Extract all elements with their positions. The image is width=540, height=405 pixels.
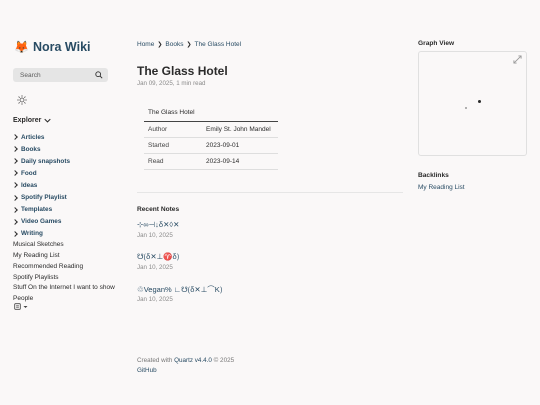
breadcrumb-separator: ❯ [186, 42, 192, 48]
explorer-toggle[interactable]: Explorer [13, 117, 52, 124]
recent-note-title[interactable]: ☋⟮δ✕⊥♈δ⟯ [137, 252, 179, 262]
graph-view[interactable] [418, 51, 527, 156]
breadcrumb-books[interactable]: Books [165, 41, 183, 48]
book-info-table: The Glass Hotel Author Emily St. John Ma… [144, 104, 278, 170]
table-value: 2023-09-01 [202, 137, 278, 154]
folder-daily-snapshots[interactable]: Daily snapshots [12, 155, 115, 167]
file-link[interactable]: Stuff On the Internet I want to show [13, 283, 115, 294]
graph-view-heading: Graph View [418, 40, 455, 47]
explorer-label: Explorer [13, 117, 42, 124]
folder-label[interactable]: Food [21, 170, 37, 177]
table-header: The Glass Hotel [144, 104, 278, 122]
folder-label[interactable]: Ideas [21, 182, 37, 189]
recent-note-date: Jan 10, 2025 [137, 232, 173, 239]
chevron-right-icon [12, 182, 18, 189]
table-row: Author Emily St. John Mandel [144, 121, 278, 138]
folder-label[interactable]: Spotify Playlist [21, 194, 67, 201]
table-row: Started 2023-09-01 [144, 137, 278, 154]
chevron-right-icon [12, 158, 18, 165]
table-value: Emily St. John Mandel [202, 121, 278, 138]
file-link[interactable]: Recommended Reading [13, 262, 115, 273]
folder-food[interactable]: Food [12, 167, 115, 179]
divider [137, 192, 403, 193]
table-row: Read 2023-09-14 [144, 153, 278, 170]
file-link[interactable]: People [13, 294, 115, 305]
chevron-right-icon [12, 206, 18, 213]
recent-note: ♲Vegan% ∟☋⟮δ✕⊥⌒K⟯ Jan 10, 2025 [137, 284, 222, 303]
breadcrumb-home[interactable]: Home [137, 41, 154, 48]
table-key: Author [144, 121, 202, 138]
fox-icon: 🦊 [14, 40, 29, 54]
recent-notes-heading: Recent Notes [137, 206, 180, 213]
table-value: 2023-09-14 [202, 153, 278, 170]
chevron-right-icon [12, 170, 18, 177]
file-link[interactable]: My Reading List [13, 251, 115, 262]
expand-graph-icon[interactable] [513, 55, 522, 64]
graph-node[interactable] [465, 107, 467, 109]
chevron-right-icon [12, 146, 18, 152]
github-link[interactable]: GitHub [137, 367, 157, 374]
chevron-right-icon [12, 134, 18, 140]
folder-label[interactable]: Templates [21, 206, 52, 213]
backlink-item[interactable]: My Reading List [418, 184, 465, 191]
explorer-tree: Articles Books Daily snapshots Food Idea… [12, 131, 115, 305]
search-bar[interactable]: Search [13, 68, 108, 82]
footer-year: © 2025 [213, 357, 235, 364]
folder-templates[interactable]: Templates [12, 204, 115, 216]
theme-toggle-sun-icon[interactable] [17, 95, 27, 105]
search-icon [95, 71, 103, 79]
folder-video-games[interactable]: Video Games [12, 216, 115, 228]
backlinks-heading: Backlinks [418, 172, 449, 179]
breadcrumb-separator: ❯ [157, 42, 163, 48]
breadcrumb-current[interactable]: The Glass Hotel [194, 41, 241, 48]
footer-credit: Created with Quartz v4.4.0 © 2025 [137, 357, 234, 364]
search-placeholder: Search [20, 71, 41, 79]
recent-note: ⊹∞⊣↓δ✕◊✕ Jan 10, 2025 [137, 220, 179, 239]
reader-mode-selector[interactable] [14, 303, 28, 310]
table-key: Read [144, 153, 202, 170]
recent-note-date: Jan 10, 2025 [137, 264, 173, 271]
folder-label[interactable]: Books [21, 146, 41, 153]
chevron-right-icon [12, 218, 18, 225]
graph-node-current[interactable] [478, 100, 481, 103]
folder-ideas[interactable]: Ideas [12, 179, 115, 191]
recent-note-title[interactable]: ♲Vegan% ∟☋⟮δ✕⊥⌒K⟯ [137, 284, 222, 294]
folder-spotify-playlist[interactable]: Spotify Playlist [12, 191, 115, 203]
recent-note-date: Jan 10, 2025 [137, 296, 173, 303]
folder-label[interactable]: Daily snapshots [21, 158, 70, 165]
site-title-text[interactable]: Nora Wiki [33, 40, 91, 54]
folder-label[interactable]: Video Games [21, 218, 61, 225]
page-meta: Jan 09, 2025, 1 min read [137, 80, 206, 87]
recent-note-title[interactable]: ⊹∞⊣↓δ✕◊✕ [137, 220, 179, 230]
breadcrumb: Home ❯ Books ❯ The Glass Hotel [137, 41, 241, 48]
table-key: Started [144, 137, 202, 154]
chevron-right-icon [12, 194, 18, 201]
folder-label[interactable]: Writing [21, 230, 43, 237]
caret-down-icon [23, 305, 28, 308]
chevron-right-icon [12, 230, 18, 237]
footer-created: Created with [137, 357, 173, 364]
file-link[interactable]: Spotify Playlists [13, 273, 115, 284]
folder-writing[interactable]: Writing [12, 228, 115, 240]
folder-books[interactable]: Books [12, 143, 115, 155]
folder-articles[interactable]: Articles [12, 131, 115, 143]
document-icon [14, 303, 21, 310]
folder-label[interactable]: Articles [21, 134, 44, 141]
recent-note: ☋⟮δ✕⊥♈δ⟯ Jan 10, 2025 [137, 252, 179, 271]
chevron-down-icon [44, 118, 52, 123]
site-title[interactable]: 🦊 Nora Wiki [14, 40, 91, 54]
file-link[interactable]: Musical Sketches [13, 240, 115, 251]
quartz-link[interactable]: Quartz v4.4.0 [174, 357, 212, 364]
page-title: The Glass Hotel [137, 64, 228, 78]
table-header-row: The Glass Hotel [144, 104, 278, 122]
